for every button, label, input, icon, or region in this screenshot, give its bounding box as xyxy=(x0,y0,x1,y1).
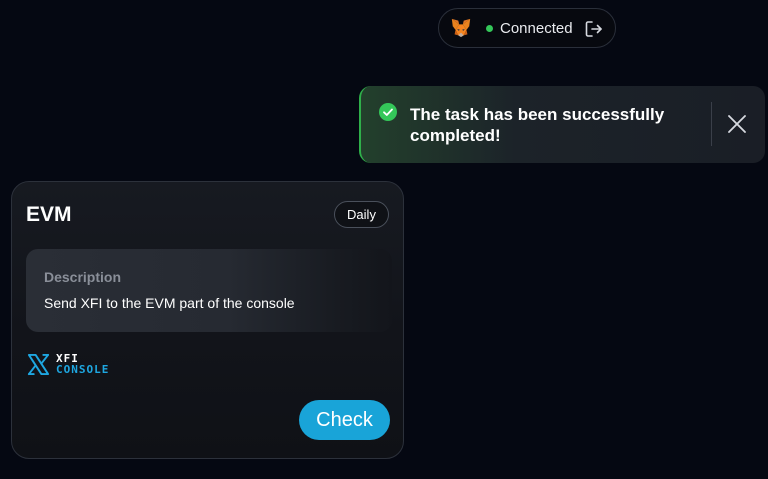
task-card: EVM Daily Description Send XFI to the EV… xyxy=(11,181,404,459)
close-icon[interactable] xyxy=(727,114,747,134)
check-button[interactable]: Check xyxy=(299,400,390,440)
logo-text-console: CONSOLE xyxy=(56,363,110,376)
check-circle-icon xyxy=(379,103,397,121)
wallet-status-label: Connected xyxy=(500,20,573,37)
description-box: Description Send XFI to the EVM part of … xyxy=(26,249,392,332)
success-toast: The task has been successfully completed… xyxy=(359,86,765,163)
connection-status-dot xyxy=(486,25,493,32)
wallet-connection-pill[interactable]: Connected xyxy=(438,8,616,48)
metamask-fox-icon xyxy=(451,18,471,38)
description-text: Send XFI to the EVM part of the console xyxy=(44,295,295,311)
xfi-console-logo: XFI CONSOLE xyxy=(27,353,117,377)
task-title: EVM xyxy=(26,203,72,226)
logout-icon[interactable] xyxy=(584,19,604,39)
frequency-badge: Daily xyxy=(334,201,389,228)
xfi-logo-icon xyxy=(27,353,50,376)
toast-message: The task has been successfully completed… xyxy=(410,105,665,145)
description-heading: Description xyxy=(44,269,122,285)
toast-divider xyxy=(711,102,712,146)
